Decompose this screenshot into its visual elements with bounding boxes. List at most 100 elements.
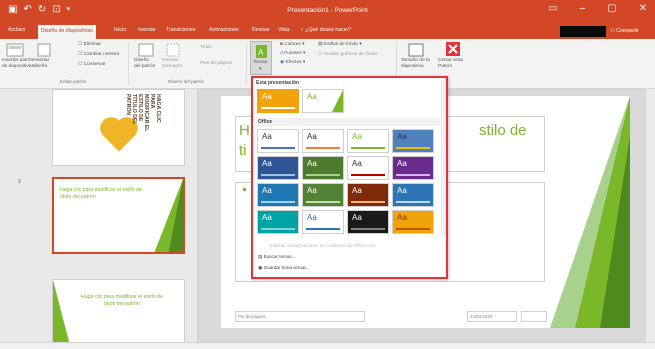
thumbnail-1-title: HAGA CLIC PARA MODIFICAR EL ESTILO DE TÍ… [125,94,161,132]
theme-tile-office-15[interactable]: Aa [347,210,389,234]
background-styles-button[interactable]: ▤ Estilos de fondo ▾ [318,42,362,48]
tab-revisar[interactable]: Revisar [252,27,270,33]
theme-tile-office-3[interactable]: Aa [347,129,389,153]
theme-tile-office-14[interactable]: Aa [302,210,344,234]
theme-tile-current-2[interactable]: Aa [302,89,344,113]
tab-diseno-diapositivas[interactable]: Diseño de diapositivas [38,25,96,39]
insert-placeholder-icon[interactable] [166,43,180,57]
close-icon[interactable]: ✕ [639,3,647,14]
insert-slide-master-icon[interactable] [6,43,24,57]
themes-gallery-dropdown: Esta presentación Aa Aa Office Aa Aa Aa Aa A… [251,76,448,279]
theme-tile-office-5[interactable]: Aa [257,156,299,180]
theme-color-bar [306,201,340,203]
vertical-scrollbar[interactable] [646,89,655,342]
theme-tile-label: Aa [397,159,407,168]
gallery-scrollbar[interactable] [441,80,446,236]
slide-title-part-right: stilo de [479,122,527,139]
tab-animaciones[interactable]: Animaciones [209,27,239,33]
theme-tile-office-13[interactable]: Aa [257,210,299,234]
theme-tile-office-1[interactable]: Aa [257,129,299,153]
insert-slide-master-button[interactable]: Insertar patrón de diapositivas [2,58,34,70]
tab-transiciones[interactable]: Transiciones [166,27,195,33]
browse-themes-label: Buscar temas... [263,254,296,259]
theme-tile-office-9[interactable]: Aa [257,183,299,207]
colors-button[interactable]: ■ Colores ▾ [280,42,305,48]
theme-tile-office-6[interactable]: Aa [302,156,344,180]
title-checkbox[interactable]: Título [200,45,212,51]
theme-color-bar [306,174,340,176]
theme-color-bar [261,147,295,149]
theme-tile-label: Aa [262,186,272,195]
tab-insertar[interactable]: Insertar [138,27,156,33]
thumbnail-2-title: Haga clic para modificar el estilo de tí… [60,187,142,200]
theme-tile-label: Aa [262,132,272,141]
ribbon-display-icon[interactable]: ▭ [548,3,557,14]
slide-title-part-left: H [239,122,250,139]
theme-tile-label: Aa [307,159,317,168]
effects-button[interactable]: ◉ Efectos ▾ [280,60,305,66]
master-layout-icon[interactable] [138,43,154,57]
close-master-view-button[interactable]: Cerrar vista Patrón [438,58,463,70]
save-current-theme-option[interactable]: ▣ Guardar tema actual... [258,265,309,271]
minimize-icon[interactable]: – [580,3,586,14]
theme-tile-office-11[interactable]: Aa [347,183,389,207]
theme-tile-office-10[interactable]: Aa [302,183,344,207]
master-layout-button[interactable]: Diseño del patrón [134,58,155,70]
footers-checkbox[interactable]: Pies de página [200,61,232,67]
close-master-view-icon[interactable] [446,42,460,56]
share-button[interactable]: ⚇ Compartir [610,28,639,34]
slide-thumbnails-pane: HAGA CLIC PARA MODIFICAR EL ESTILO DE TÍ… [0,89,198,349]
browse-themes-option[interactable]: ▤ Buscar temas... [258,254,296,260]
slide-number-2: 2 [18,179,21,185]
slide-thumbnail-2[interactable]: Haga clic para modificar el estilo de tí… [52,177,185,254]
theme-color-bar [396,174,430,176]
ribbon-tabs: Archivo Diseño de diapositivas Inicio In… [0,24,655,39]
preserve-button[interactable]: ☐ Conservar [78,62,106,68]
insert-placeholder-button[interactable]: Insertar marcador [162,58,182,70]
hide-background-checkbox[interactable]: ☐ Ocultar gráficos de fondo [318,52,377,58]
theme-tile-office-4[interactable]: Aa [392,129,434,153]
colors-icon: ■ [280,42,283,47]
rename-button[interactable]: ☐ Cambiar nombre [78,52,119,58]
theme-tile-label: Aa [262,92,272,101]
insert-layout-icon[interactable] [37,43,51,57]
themes-button[interactable]: A Temas ▾ [250,41,272,75]
theme-tile-office-7[interactable]: Aa [347,156,389,180]
group-master-layout-label: Diseño del patrón [168,79,205,84]
theme-tile-label: Aa [352,159,362,168]
theme-color-bar [306,228,340,230]
theme-color-bar [261,201,295,203]
theme-tile-current-1[interactable]: Aa [257,89,299,113]
insert-layout-button[interactable]: Insertar diseño [33,58,49,70]
slide-size-button[interactable]: Tamaño de la diapositiva [401,58,430,70]
tab-archivo[interactable]: Archivo [8,27,25,33]
theme-color-bar [261,174,295,176]
fonts-button[interactable]: A Fuentes ▾ [280,51,305,57]
date-placeholder[interactable]: 22/01/2020 [467,311,517,322]
tab-vista[interactable]: Vista [278,27,289,33]
theme-tile-label: Aa [352,213,362,222]
theme-color-bar [351,174,385,176]
slide-size-icon[interactable] [408,43,424,57]
theme-color-bar [396,228,430,230]
slide-thumbnail-1[interactable]: HAGA CLIC PARA MODIFICAR EL ESTILO DE TÍ… [52,89,185,166]
fonts-icon: A [280,51,283,56]
account-area[interactable] [560,26,606,37]
theme-tile-office-8[interactable]: Aa [392,156,434,180]
slide-number-placeholder[interactable] [521,311,547,322]
maximize-icon[interactable]: ▢ [607,3,616,14]
theme-tile-office-2[interactable]: Aa [302,129,344,153]
theme-tile-label: Aa [397,186,407,195]
slide-thumbnail-3[interactable]: Haga clic para modificar el estilo de tí… [52,279,185,349]
theme-tile-office-16[interactable]: Aa [392,210,434,234]
tell-me-search[interactable]: ♀ ¿Qué desea hacer? [300,27,351,33]
theme-color-bar [351,147,385,149]
window-controls: ▭ – ▢ ✕ [548,3,647,14]
theme-tile-label: Aa [307,132,317,141]
share-label: Compartir [616,28,639,34]
theme-tile-label: Aa [307,186,317,195]
delete-button[interactable]: ☐ Eliminar [78,42,101,48]
tab-inicio[interactable]: Inicio [114,27,126,33]
footer-placeholder[interactable]: Pie de página [235,311,365,322]
theme-tile-office-12[interactable]: Aa [392,183,434,207]
